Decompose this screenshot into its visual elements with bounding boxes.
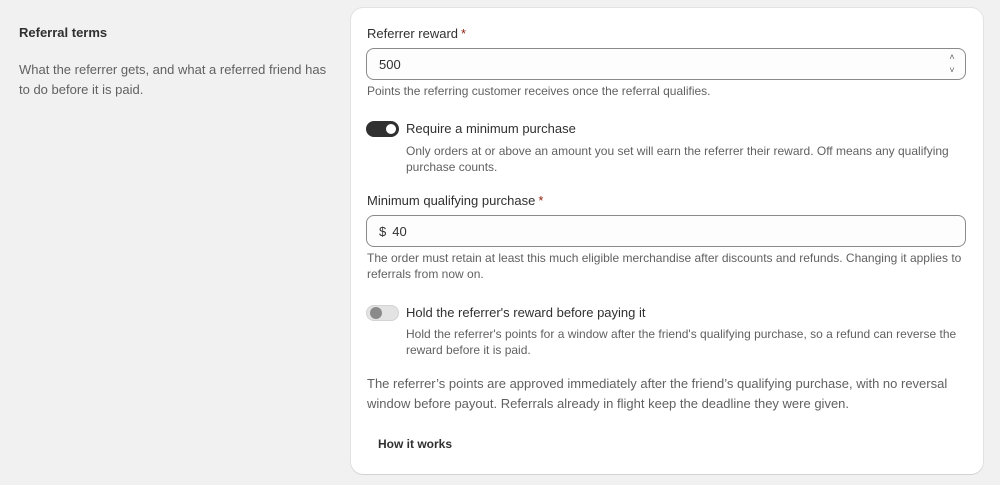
referrer-reward-label-text: Referrer reward [367,26,459,41]
section-title: Referral terms [19,25,108,40]
referral-terms-card: Referrer reward * 500 ˄ ˅ Points the refe… [351,8,983,474]
toggle-knob [370,307,382,319]
how-it-works-button[interactable]: How it works [367,432,463,456]
referrer-reward-input[interactable]: 500 ˄ ˅ [366,48,966,80]
min-purchase-toggle-help: Only orders at or above an amount you se… [406,144,949,174]
min-qualifying-purchase-label-text: Minimum qualifying purchase [367,193,536,208]
referrer-reward-value: 500 [379,56,401,72]
hold-reward-toggle-label: Hold the referrer's reward before paying… [406,305,646,320]
referrer-reward-stepper[interactable]: ˄ ˅ [945,52,959,76]
currency-prefix: $ [379,223,387,239]
hold-reward-toggle[interactable] [366,305,399,321]
min-purchase-toggle-label: Require a minimum purchase [406,121,576,136]
referrer-reward-help: Points the referring customer receives o… [367,84,711,98]
min-purchase-toggle[interactable] [366,121,399,137]
section-info: Referral terms What the referrer gets, a… [19,24,339,100]
payout-summary: The referrer’s points are approved immed… [367,376,948,411]
chevron-up-icon[interactable]: ˄ [949,52,954,63]
referrer-reward-label: Referrer reward * [367,25,466,43]
min-qualifying-purchase-input[interactable]: $ 40 [366,215,966,247]
required-mark: * [461,26,467,41]
min-qualifying-purchase-value: 40 [392,223,407,239]
section-description: What the referrer gets, and what a refer… [19,62,327,97]
toggle-knob [386,124,396,134]
required-mark: * [538,193,544,208]
min-qualifying-purchase-help: The order must retain at least this much… [367,251,962,281]
hold-reward-toggle-help: Hold the referrer's points for a window … [406,327,957,357]
min-qualifying-purchase-label: Minimum qualifying purchase * [367,192,543,210]
chevron-down-icon[interactable]: ˅ [949,65,954,76]
